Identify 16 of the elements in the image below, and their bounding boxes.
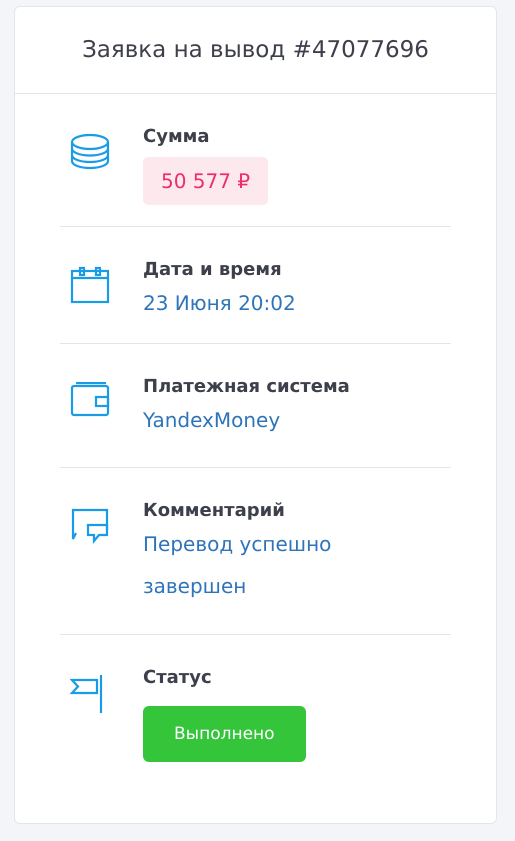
field-label: Комментарий xyxy=(143,500,286,521)
status-value: Выполнено xyxy=(143,706,306,762)
field-label: Дата и время xyxy=(143,259,283,280)
amount-value: 50 577 ₽ xyxy=(143,157,268,205)
window-title: Заявка на вывод #47077696 xyxy=(82,37,429,63)
field-value: YandexMoney xyxy=(143,407,282,434)
field-label: Платежная система xyxy=(143,376,350,397)
calendar-icon xyxy=(70,265,110,305)
coins-icon xyxy=(70,132,110,172)
field-value: Перевод успешно завершен xyxy=(143,531,332,600)
flag-icon xyxy=(70,673,104,713)
field-value: 23 Июня 20:02 xyxy=(143,290,296,317)
chat-icon xyxy=(70,506,110,544)
field-label: Статус xyxy=(143,667,213,688)
wallet-icon xyxy=(70,382,110,418)
field-label: Сумма xyxy=(143,126,211,147)
